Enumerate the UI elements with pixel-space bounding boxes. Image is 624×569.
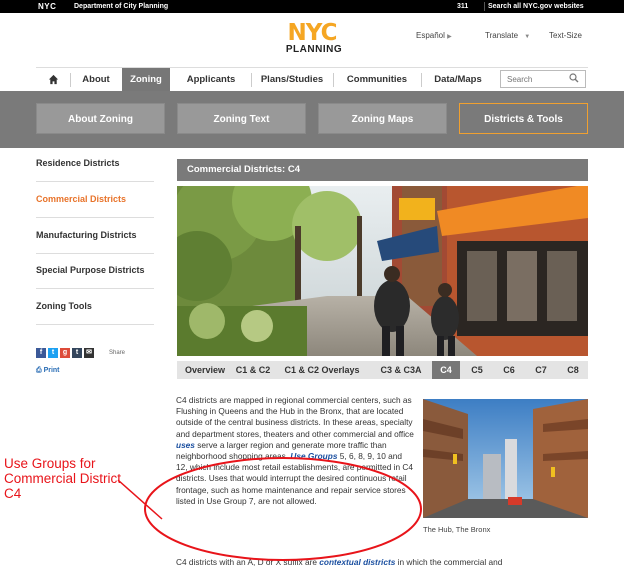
- use-groups-link[interactable]: Use Groups: [290, 451, 337, 461]
- sidebar-item-zoning-tools[interactable]: Zoning Tools: [36, 301, 154, 311]
- street-photo: [177, 186, 588, 356]
- tab-c1-c2[interactable]: C1 & C2: [231, 361, 275, 379]
- c4-description: C4 districts are mapped in regional comm…: [176, 395, 414, 507]
- printer-icon: ⎙: [36, 367, 42, 374]
- dept-link[interactable]: Department of City Planning: [74, 3, 168, 10]
- sidebar-item-residence[interactable]: Residence Districts: [36, 158, 154, 168]
- subnav-zoning-maps[interactable]: Zoning Maps: [318, 103, 447, 134]
- twitter-icon[interactable]: t: [48, 348, 58, 358]
- email-icon[interactable]: ✉: [84, 348, 94, 358]
- share-label[interactable]: Share: [109, 350, 125, 356]
- hub-bronx-photo: [423, 399, 588, 518]
- subnav-districts-tools[interactable]: Districts & Tools: [459, 103, 588, 134]
- body-text: C4 districts are mapped in regional comm…: [176, 395, 414, 439]
- nav-zoning[interactable]: Zoning: [122, 68, 170, 92]
- subnav-zoning-text[interactable]: Zoning Text: [177, 103, 306, 134]
- nyc-planning-logo[interactable]: NYC PLANNING: [279, 22, 349, 58]
- nav-applicants[interactable]: Applicants: [171, 68, 251, 92]
- google-plus-icon[interactable]: g: [60, 348, 70, 358]
- translate-link[interactable]: Translate ▼: [485, 31, 530, 40]
- facebook-icon[interactable]: f: [36, 348, 46, 358]
- district-tabs: Overview C1 & C2 C1 & C2 Overlays C3 & C…: [177, 361, 588, 379]
- main-nav: About Zoning Applicants Plans/Studies Co…: [36, 67, 588, 92]
- page-title: Commercial Districts: C4: [177, 159, 588, 181]
- sidebar-divider: [36, 181, 154, 182]
- nav-data-maps[interactable]: Data/Maps: [422, 68, 494, 92]
- subnav-about-zoning[interactable]: About Zoning: [36, 103, 165, 134]
- zoning-subnav: About Zoning Zoning Text Zoning Maps Dis…: [0, 91, 624, 148]
- home-nav-button[interactable]: [36, 68, 70, 92]
- body-text: in which the commercial and: [395, 557, 503, 567]
- logo-nyc: NYC: [287, 20, 338, 46]
- tab-c3-c3a[interactable]: C3 & C3A: [373, 361, 429, 379]
- nav-plans-studies[interactable]: Plans/Studies: [252, 68, 332, 92]
- annotation-label: Use Groups for Commercial District C4: [4, 456, 122, 501]
- caret-down-icon: ▼: [524, 34, 531, 40]
- sidebar-item-manufacturing[interactable]: Manufacturing Districts: [36, 230, 154, 240]
- print-label: Print: [43, 367, 60, 374]
- tab-c5[interactable]: C5: [463, 361, 491, 379]
- photo-caption: The Hub, The Bronx: [423, 525, 491, 534]
- tumblr-icon[interactable]: t: [72, 348, 82, 358]
- espanol-link[interactable]: Español ▶: [416, 31, 452, 40]
- link-311[interactable]: 311: [457, 3, 468, 10]
- search-all-link[interactable]: Search all NYC.gov websites: [488, 3, 584, 10]
- logo-planning: PLANNING: [285, 44, 343, 55]
- sidebar-divider: [36, 253, 154, 254]
- sidebar-item-special-purpose[interactable]: Special Purpose Districts: [36, 265, 154, 275]
- body-text: C4 districts with an A, D or X suffix ar…: [176, 557, 320, 567]
- topbar-divider: [484, 2, 485, 11]
- tab-c7[interactable]: C7: [527, 361, 555, 379]
- contextual-paragraph: C4 districts with an A, D or X suffix ar…: [176, 557, 596, 567]
- tab-c4[interactable]: C4: [432, 361, 460, 379]
- translate-label: Translate: [485, 31, 519, 40]
- home-icon: [48, 74, 58, 85]
- espanol-label: Español: [416, 31, 445, 40]
- tab-c6[interactable]: C6: [495, 361, 523, 379]
- contextual-districts-link[interactable]: contextual districts: [319, 557, 395, 567]
- nyc-logo[interactable]: NYC: [38, 2, 56, 11]
- tab-overview[interactable]: Overview: [182, 361, 228, 379]
- sidebar-divider: [36, 288, 154, 289]
- tab-c1-c2-overlays[interactable]: C1 & C2 Overlays: [281, 361, 363, 379]
- arrow-right-icon: ▶: [447, 34, 452, 40]
- print-link[interactable]: ⎙ Print: [36, 367, 60, 375]
- sidebar-divider: [36, 217, 154, 218]
- text-size-link[interactable]: Text-Size: [549, 31, 582, 40]
- uses-link[interactable]: uses: [176, 440, 195, 450]
- sidebar-divider: [36, 324, 154, 325]
- search-icon[interactable]: [569, 73, 579, 83]
- top-utility-bar: NYC Department of City Planning 311 Sear…: [0, 0, 624, 13]
- tab-c8[interactable]: C8: [559, 361, 587, 379]
- nav-about[interactable]: About: [71, 68, 121, 92]
- sidebar-item-commercial[interactable]: Commercial Districts: [36, 194, 154, 204]
- nav-communities[interactable]: Communities: [334, 68, 420, 92]
